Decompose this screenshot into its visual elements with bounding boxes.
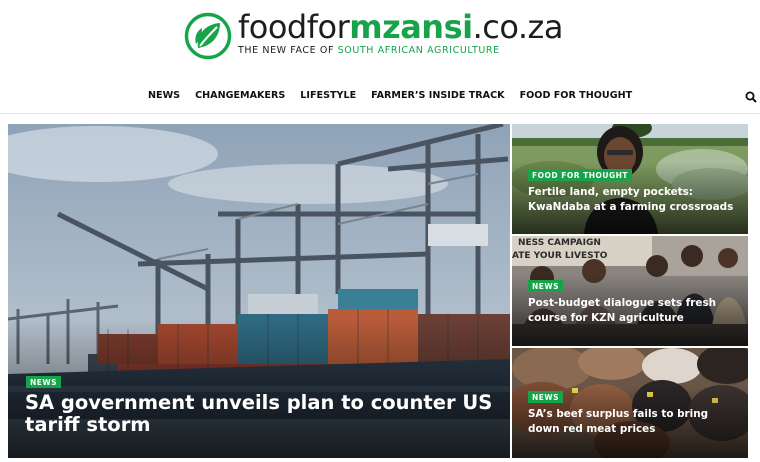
side-article-2[interactable]: NESS CAMPAIGN ATE YOUR LIVESTO NEWS Post… (512, 236, 748, 346)
card3-title[interactable]: SA’s beef surplus fails to bring down re… (528, 407, 740, 436)
side-article-1[interactable]: FOOD FOR THOUGHT Fertile land, empty poc… (512, 124, 748, 234)
hero-article[interactable]: NEWS SA government unveils plan to count… (8, 124, 510, 458)
nav-item-changemakers[interactable]: CHANGEMAKERS (195, 90, 285, 101)
hero-category-badge[interactable]: NEWS (26, 376, 62, 388)
card3-category-badge[interactable]: NEWS (528, 391, 564, 403)
nav-item-farmers-inside-track[interactable]: FARMER’S INSIDE TRACK (371, 90, 504, 101)
leaf-icon (184, 12, 232, 60)
nav-item-news[interactable]: NEWS (148, 90, 180, 101)
hero-shade (8, 318, 510, 458)
search-icon[interactable] (745, 90, 759, 104)
nav-item-food-for-thought[interactable]: FOOD FOR THOUGHT (520, 90, 633, 101)
nav-item-lifestyle[interactable]: LIFESTYLE (300, 90, 356, 101)
card1-title[interactable]: Fertile land, empty pockets: KwaNdaba at… (528, 185, 740, 214)
card2-title[interactable]: Post-budget dialogue sets fresh course f… (528, 296, 740, 325)
side-article-3[interactable]: NEWS SA’s beef surplus fails to bring do… (512, 348, 748, 458)
card1-category-badge[interactable]: FOOD FOR THOUGHT (528, 169, 633, 181)
banner-line-1: NESS CAMPAIGN (518, 238, 601, 248)
card2-category-badge[interactable]: NEWS (528, 280, 564, 292)
site-logo[interactable]: foodformzansi.co.za THE NEW FACE OF SOUT… (184, 10, 563, 62)
nav-divider (0, 113, 760, 114)
logo-wordmark: foodformzansi.co.za (238, 8, 563, 46)
hero-title[interactable]: SA government unveils plan to counter US… (25, 392, 495, 436)
main-nav: NEWS CHANGEMAKERS LIFESTYLE FARMER’S INS… (0, 84, 760, 112)
logo-tagline: THE NEW FACE OF SOUTH AFRICAN AGRICULTUR… (238, 45, 500, 56)
